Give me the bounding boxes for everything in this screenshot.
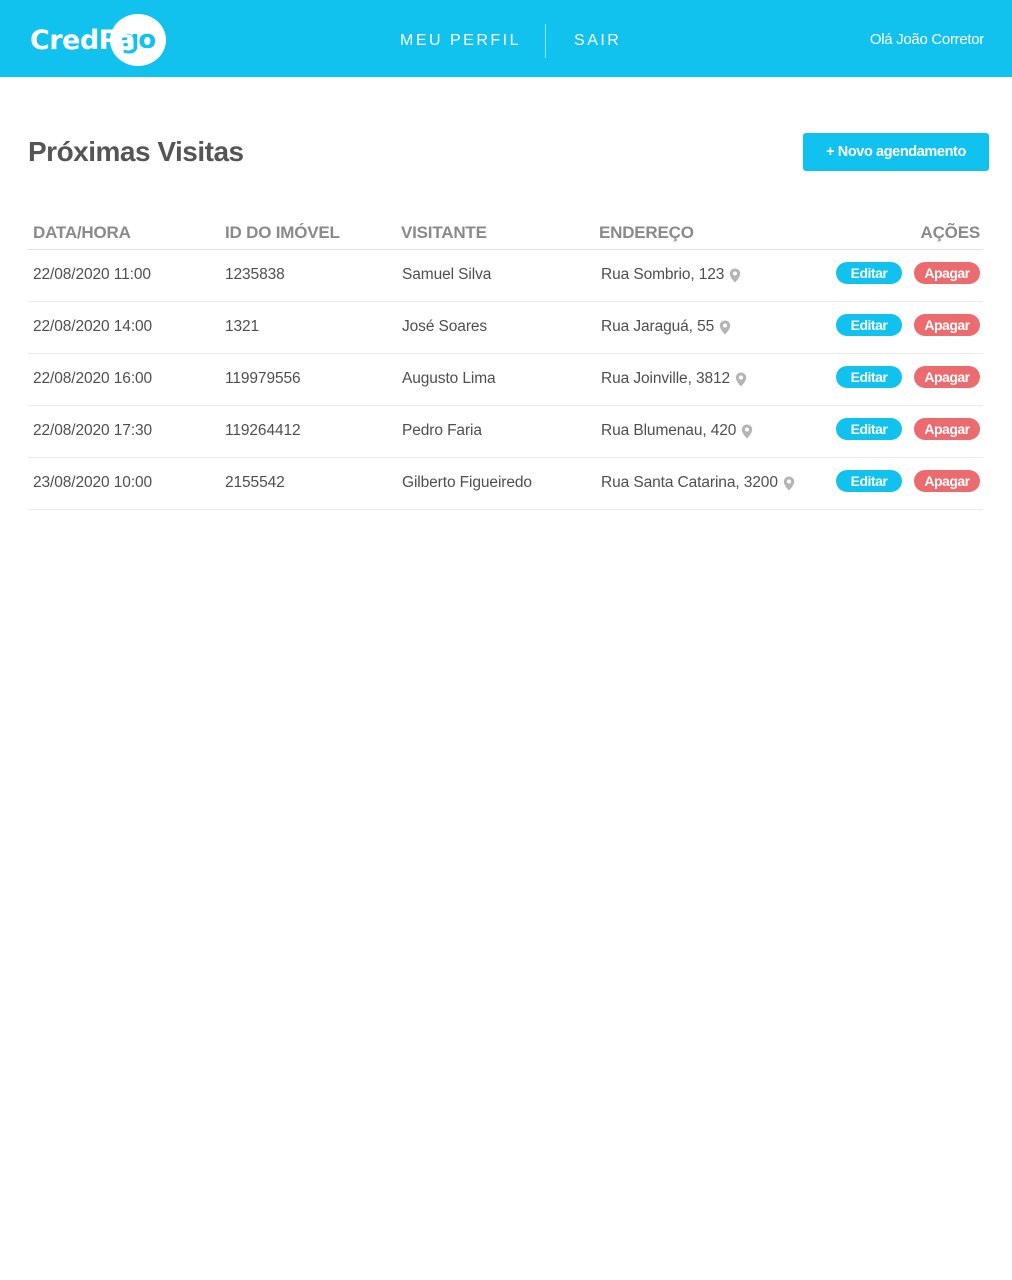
table-row: 22/08/2020 17:30 119264412 Pedro Faria R… (28, 406, 983, 458)
nav-divider (545, 24, 547, 58)
page-title: Próximas Visitas (28, 136, 244, 167)
cell-property-id: 119264412 (225, 422, 301, 439)
column-header-visitor: VISITANTE (401, 223, 487, 242)
delete-button[interactable]: Apagar (914, 470, 980, 492)
cell-visitor: Pedro Faria (402, 422, 482, 439)
table-body: 22/08/2020 11:00 1235838 Samuel Silva Ru… (28, 250, 983, 510)
row-actions: Editar Apagar (836, 366, 980, 388)
edit-button[interactable]: Editar (836, 262, 902, 284)
logo-text: CredPa (30, 24, 136, 56)
delete-button[interactable]: Apagar (914, 418, 980, 440)
cell-datetime: 22/08/2020 14:00 (33, 318, 153, 335)
cell-visitor: Gilberto Figueiredo (402, 474, 532, 491)
nav-sair[interactable]: SAIR (574, 32, 621, 50)
table-row: 22/08/2020 14:00 1321 José Soares Rua Ja… (28, 302, 983, 354)
column-header-property-id: ID DO IMÓVEL (225, 223, 340, 242)
cell-address: Rua Joinville, 3812 (601, 370, 747, 388)
cell-visitor: José Soares (402, 318, 488, 335)
cell-property-id: 1321 (225, 318, 260, 335)
top-bar: CredPa go MEU PERFIL SAIR Olá João Corre… (0, 0, 1012, 77)
user-greeting: Olá João Corretor (869, 31, 984, 48)
column-header-datetime: DATA/HORA (33, 223, 131, 242)
credpago-logo[interactable]: CredPa go (30, 14, 170, 66)
column-header-actions: AÇÕES (920, 223, 981, 242)
cell-visitor: Samuel Silva (402, 266, 492, 283)
cell-property-id: 1235838 (225, 266, 285, 283)
cell-address: Rua Blumenau, 420 (601, 422, 753, 440)
table-row: 22/08/2020 16:00 119979556 Augusto Lima … (28, 354, 983, 406)
cell-property-id: 119979556 (225, 370, 301, 387)
new-appointment-button[interactable]: + Novo agendamento (803, 133, 989, 171)
main-nav: MEU PERFIL SAIR (400, 24, 621, 58)
map-pin-icon[interactable] (719, 320, 731, 335)
edit-button[interactable]: Editar (836, 314, 902, 336)
map-pin-icon[interactable] (729, 268, 741, 283)
delete-button[interactable]: Apagar (914, 366, 980, 388)
row-actions: Editar Apagar (836, 262, 980, 284)
table-row: 22/08/2020 11:00 1235838 Samuel Silva Ru… (28, 250, 983, 302)
cell-datetime: 23/08/2020 10:00 (33, 474, 153, 491)
address-text: Rua Jaraguá, 55 (601, 318, 715, 335)
cell-address: Rua Jaraguá, 55 (601, 318, 731, 336)
edit-button[interactable]: Editar (836, 418, 902, 440)
address-text: Rua Joinville, 3812 (601, 370, 731, 387)
map-pin-icon[interactable] (735, 372, 747, 387)
cell-address: Rua Santa Catarina, 3200 (601, 474, 795, 492)
map-pin-icon[interactable] (783, 476, 795, 491)
nav-meu-perfil[interactable]: MEU PERFIL (400, 32, 521, 50)
cell-datetime: 22/08/2020 11:00 (33, 266, 151, 283)
cell-datetime: 22/08/2020 17:30 (33, 422, 153, 439)
address-text: Rua Sombrio, 123 (601, 266, 725, 283)
edit-button[interactable]: Editar (836, 366, 902, 388)
table-row: 23/08/2020 10:00 2155542 Gilberto Figuei… (28, 458, 983, 510)
address-text: Rua Santa Catarina, 3200 (601, 474, 778, 491)
map-pin-icon[interactable] (741, 424, 753, 439)
address-text: Rua Blumenau, 420 (601, 422, 737, 439)
delete-button[interactable]: Apagar (914, 314, 980, 336)
table-header: DATA/HORA ID DO IMÓVEL VISITANTE ENDEREÇ… (28, 214, 983, 250)
edit-button[interactable]: Editar (836, 470, 902, 492)
cell-datetime: 22/08/2020 16:00 (33, 370, 153, 387)
cell-address: Rua Sombrio, 123 (601, 266, 741, 284)
row-actions: Editar Apagar (836, 470, 980, 492)
delete-button[interactable]: Apagar (914, 262, 980, 284)
cell-property-id: 2155542 (225, 474, 285, 491)
column-header-address: ENDEREÇO (599, 223, 694, 242)
row-actions: Editar Apagar (836, 418, 980, 440)
cell-visitor: Augusto Lima (402, 370, 496, 387)
row-actions: Editar Apagar (836, 314, 980, 336)
visits-table: DATA/HORA ID DO IMÓVEL VISITANTE ENDEREÇ… (28, 214, 983, 510)
